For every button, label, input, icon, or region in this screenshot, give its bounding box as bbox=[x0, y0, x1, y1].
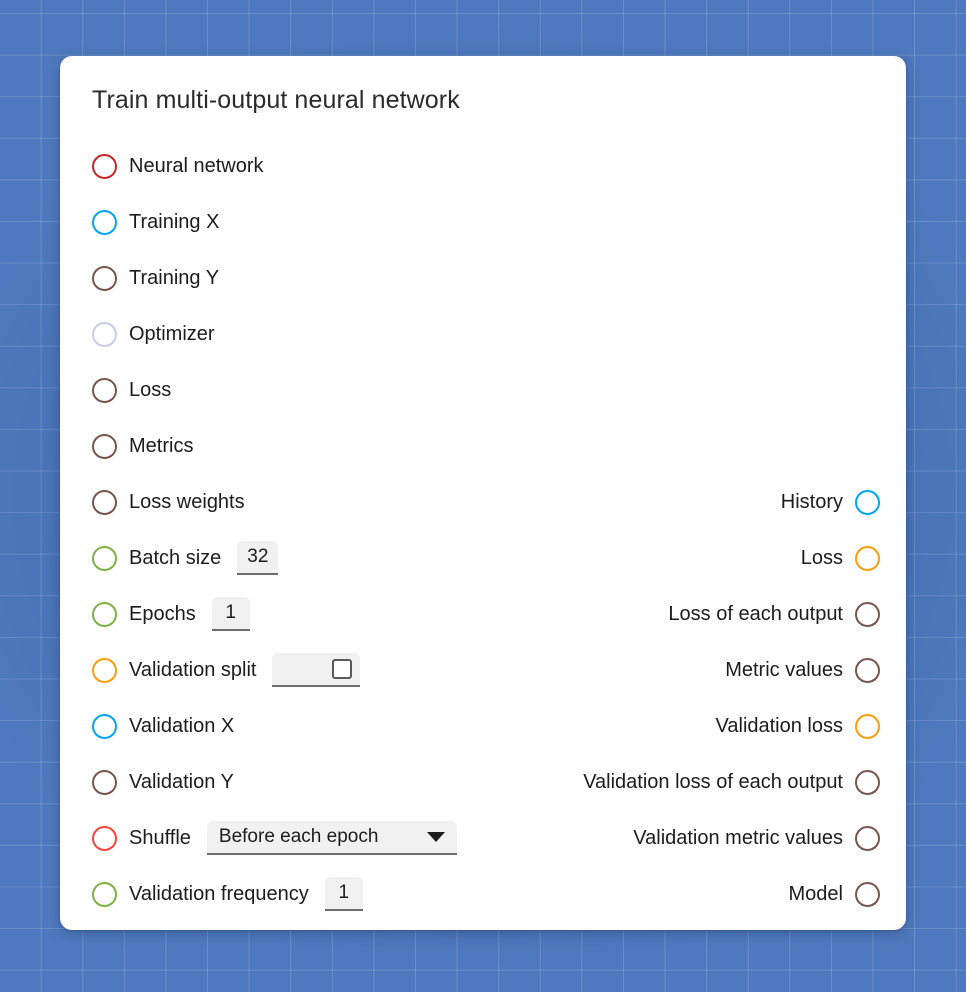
output-row: Validation loss bbox=[380, 698, 880, 754]
output-port-label: Validation loss bbox=[715, 715, 843, 737]
input-port-label: Batch size bbox=[129, 547, 222, 569]
output-row: Model bbox=[380, 866, 880, 922]
output-port-icon[interactable] bbox=[855, 489, 880, 515]
input-port-icon[interactable] bbox=[92, 769, 117, 795]
input-port-label: Optimizer bbox=[129, 323, 215, 345]
input-row: Neural network bbox=[92, 138, 562, 194]
input-port-icon[interactable] bbox=[92, 433, 117, 459]
dropdown-selected-value: Before each epoch bbox=[218, 826, 379, 847]
input-row: Loss bbox=[92, 362, 562, 418]
input-port-icon[interactable] bbox=[92, 321, 117, 347]
node-title: Train multi-output neural network bbox=[92, 86, 460, 114]
output-port-icon[interactable] bbox=[855, 825, 880, 851]
input-port-label: Validation Y bbox=[129, 771, 234, 793]
checkbox-field-validation-split[interactable] bbox=[272, 653, 361, 687]
input-port-label: Validation split bbox=[129, 659, 257, 681]
input-row: Training X bbox=[92, 194, 562, 250]
input-port-icon[interactable] bbox=[92, 377, 117, 403]
input-port-icon[interactable] bbox=[92, 489, 117, 515]
input-port-label: Neural network bbox=[129, 155, 264, 177]
output-row: Metric values bbox=[380, 642, 880, 698]
input-row: Training Y bbox=[92, 250, 562, 306]
output-row: Validation loss of each output bbox=[380, 754, 880, 810]
output-port-label: History bbox=[780, 491, 843, 513]
input-port-icon[interactable] bbox=[92, 601, 117, 627]
input-port-icon[interactable] bbox=[92, 209, 117, 235]
output-port-icon[interactable] bbox=[855, 769, 880, 795]
number-input-epochs[interactable]: 1 bbox=[211, 597, 250, 631]
output-port-icon[interactable] bbox=[855, 657, 880, 683]
node-card-train-multi-output-neural-network[interactable]: Train multi-output neural network Neural… bbox=[60, 56, 906, 930]
output-port-icon[interactable] bbox=[855, 881, 880, 907]
output-port-label: Loss bbox=[800, 547, 843, 569]
input-port-icon[interactable] bbox=[92, 881, 117, 907]
input-port-label: Loss weights bbox=[129, 491, 245, 513]
output-port-label: Validation metric values bbox=[633, 827, 843, 849]
output-port-label: Model bbox=[788, 883, 843, 905]
input-port-label: Training X bbox=[129, 211, 220, 233]
output-row: Loss of each output bbox=[380, 586, 880, 642]
output-port-icon[interactable] bbox=[855, 545, 880, 571]
input-row: Metrics bbox=[92, 418, 562, 474]
input-port-icon[interactable] bbox=[92, 657, 117, 683]
output-row: History bbox=[380, 474, 880, 530]
input-port-label: Loss bbox=[129, 379, 172, 401]
output-row: Validation metric values bbox=[380, 810, 880, 866]
input-port-label: Validation frequency bbox=[129, 883, 309, 905]
output-row: Loss bbox=[380, 530, 880, 586]
input-port-label: Shuffle bbox=[129, 827, 191, 849]
number-input-batch-size[interactable]: 32 bbox=[237, 541, 279, 575]
output-port-icon[interactable] bbox=[855, 601, 880, 627]
input-port-icon[interactable] bbox=[92, 825, 117, 851]
input-port-label: Validation X bbox=[129, 715, 235, 737]
output-port-label: Metric values bbox=[725, 659, 843, 681]
input-port-icon[interactable] bbox=[92, 265, 117, 291]
number-input-validation-frequency[interactable]: 1 bbox=[324, 877, 363, 911]
input-port-label: Training Y bbox=[129, 267, 220, 289]
input-port-label: Epochs bbox=[129, 603, 196, 625]
output-port-icon[interactable] bbox=[855, 713, 880, 739]
input-port-icon[interactable] bbox=[92, 153, 117, 179]
output-port-label: Validation loss of each output bbox=[583, 771, 843, 793]
input-port-label: Metrics bbox=[129, 435, 194, 457]
input-row: Optimizer bbox=[92, 306, 562, 362]
input-port-icon[interactable] bbox=[92, 713, 117, 739]
checkbox-icon[interactable] bbox=[332, 659, 353, 679]
output-port-list: History Loss Loss of each output Metric val… bbox=[380, 474, 880, 922]
input-port-icon[interactable] bbox=[92, 545, 117, 571]
output-port-label: Loss of each output bbox=[668, 603, 843, 625]
